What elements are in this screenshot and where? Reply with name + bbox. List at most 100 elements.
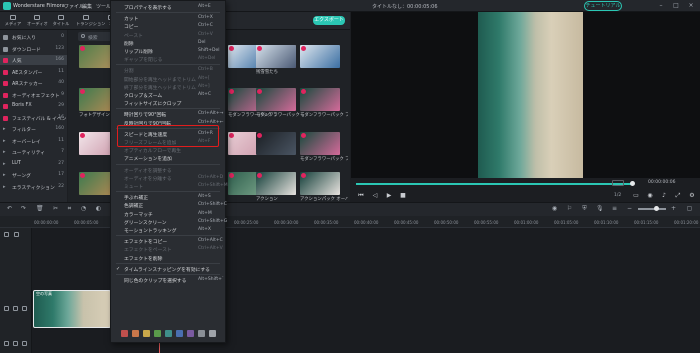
sidebar-item[interactable]: フェスティバル & イベント 16: [0, 113, 71, 123]
effect-thumbnail[interactable]: [300, 172, 340, 195]
effect-thumbnail[interactable]: [256, 132, 296, 155]
color-swatch[interactable]: [154, 330, 161, 337]
menu-tools[interactable]: ツール: [96, 3, 111, 10]
favorite-icon[interactable]: [257, 133, 262, 138]
context-menu-item[interactable]: モーショントラッキング Alt+X: [111, 226, 225, 234]
eye-icon[interactable]: [22, 306, 27, 311]
sidebar-item[interactable]: 人気 166: [0, 55, 67, 65]
expand-arrow-icon[interactable]: ▸: [3, 184, 6, 190]
sidebar-item[interactable]: ARスナッカー 40: [0, 78, 67, 88]
favorite-icon[interactable]: [301, 46, 306, 51]
list-icon[interactable]: ≡: [611, 205, 618, 212]
favorite-icon[interactable]: [229, 173, 234, 178]
expand-arrow-icon[interactable]: ▸: [3, 126, 6, 132]
crop-icon[interactable]: ⌗: [66, 205, 73, 212]
microphone-icon[interactable]: 🎙: [596, 205, 604, 212]
expand-arrow-icon[interactable]: ▸: [3, 161, 6, 167]
context-menu-item[interactable]: クロップ＆ズーム Alt+C: [111, 91, 225, 99]
favorite-icon[interactable]: [80, 46, 85, 51]
favorite-icon[interactable]: [301, 133, 306, 138]
lock-icon[interactable]: [13, 306, 18, 311]
fit-icon[interactable]: ▢: [686, 205, 693, 212]
effect-thumbnail[interactable]: [256, 172, 296, 195]
sidebar-item[interactable]: ダウンロード 123: [0, 44, 67, 54]
step-back-icon[interactable]: ◁: [371, 192, 379, 200]
context-menu-item[interactable]: 削除 Del: [111, 39, 225, 47]
context-menu-item[interactable]: プロパティを表示する Alt+E: [111, 3, 225, 11]
effect-thumbnail[interactable]: [300, 88, 340, 111]
context-menu-item[interactable]: リップル削除 Shift+Del: [111, 47, 225, 55]
sidebar-item[interactable]: AEスタンパー 11: [0, 67, 67, 77]
context-menu-item[interactable]: カット Ctrl+X: [111, 14, 225, 22]
delete-icon[interactable]: 🗑: [36, 205, 44, 212]
undo-icon[interactable]: ↶: [6, 205, 13, 212]
favorite-icon[interactable]: [257, 89, 262, 94]
maximize-button[interactable]: □: [671, 2, 681, 10]
previous-frame-icon[interactable]: ⏮: [357, 192, 365, 200]
effect-thumbnail[interactable]: [300, 45, 340, 68]
preview-quality-button[interactable]: [612, 180, 624, 186]
speaker-icon[interactable]: [22, 341, 27, 346]
favorite-icon[interactable]: [301, 89, 306, 94]
color-swatch[interactable]: [187, 330, 194, 337]
settings-icon[interactable]: ⚙: [688, 192, 696, 200]
tutorial-button[interactable]: チュートリアル: [584, 1, 622, 11]
redo-icon[interactable]: ↷: [20, 205, 27, 212]
speed-icon[interactable]: ◔: [80, 205, 87, 212]
volume-icon[interactable]: ♪: [660, 192, 668, 200]
add-track-icon[interactable]: [4, 232, 9, 237]
favorite-icon[interactable]: [257, 46, 262, 51]
menu-edit[interactable]: 編集: [82, 3, 92, 10]
context-menu-item[interactable]: 同じ色のクリップを選択する Alt+Shift+`: [111, 276, 225, 284]
export-button[interactable]: エクスポート: [313, 16, 345, 25]
sidebar-item[interactable]: ▸ LUT 27: [0, 159, 67, 169]
favorite-icon[interactable]: [80, 173, 85, 178]
tab-media[interactable]: メディア: [3, 14, 23, 28]
favorite-icon[interactable]: [301, 173, 306, 178]
fullscreen-icon[interactable]: ⤢: [674, 192, 682, 200]
color-swatch[interactable]: [198, 330, 205, 337]
context-menu-item[interactable]: グリーンスクリーン Ctrl+Shift+G: [111, 218, 227, 226]
sidebar-item[interactable]: ▸ ユーティリティ 7: [0, 147, 67, 157]
play-icon[interactable]: ▶: [385, 192, 393, 200]
cut-icon[interactable]: ✂: [52, 205, 59, 212]
color-swatch[interactable]: [165, 330, 172, 337]
favorite-icon[interactable]: [229, 89, 234, 94]
tab-transitions[interactable]: トランジション: [76, 14, 105, 28]
expand-arrow-icon[interactable]: ▸: [3, 172, 6, 178]
stop-icon[interactable]: ■: [399, 192, 407, 200]
scrubber-handle[interactable]: [630, 181, 635, 186]
tab-titles[interactable]: タイトル: [51, 14, 71, 28]
favorite-icon[interactable]: [80, 133, 85, 138]
context-menu-item[interactable]: エフェクトを削除: [111, 254, 225, 262]
zoom-slider-handle[interactable]: [654, 206, 659, 211]
context-menu-item[interactable]: 時計回りで90°回転 Ctrl+Alt+→: [111, 110, 225, 118]
color-icon[interactable]: ◐: [95, 205, 102, 212]
zoom-in-icon[interactable]: +: [670, 205, 677, 212]
sidebar-item[interactable]: ▸ エラスティクション 22: [0, 182, 67, 192]
audio-lock-icon[interactable]: [13, 341, 18, 346]
sidebar-item[interactable]: ▸ オーバーレイ 11: [0, 136, 67, 146]
snapshot-icon[interactable]: ◉: [646, 192, 654, 200]
color-swatch[interactable]: [209, 330, 216, 337]
sidebar-item[interactable]: Boris FX 29: [0, 101, 67, 111]
color-swatch[interactable]: [176, 330, 183, 337]
sidebar-item[interactable]: オーディオエフェクト 9: [0, 90, 67, 100]
sidebar-item[interactable]: ▸ ザーング 17: [0, 170, 67, 180]
favorite-icon[interactable]: [229, 133, 234, 138]
tab-audio[interactable]: オーディオ: [27, 14, 48, 28]
zoom-out-icon[interactable]: −: [626, 205, 633, 212]
close-button[interactable]: ×: [686, 2, 696, 10]
favorite-icon[interactable]: [257, 173, 262, 178]
context-menu-item[interactable]: 手ぶれ補正 Alt+S: [111, 193, 225, 201]
expand-arrow-icon[interactable]: ▸: [3, 138, 6, 144]
minimize-button[interactable]: –: [656, 2, 666, 10]
context-menu-item[interactable]: カラーマッチ Alt+M: [111, 210, 225, 218]
effect-thumbnail[interactable]: [300, 132, 340, 155]
context-menu-item[interactable]: フィットサイズにクロップ: [111, 99, 225, 107]
sidebar-item[interactable]: お気に入り 0: [0, 32, 67, 42]
marker-icon[interactable]: ⚐: [566, 205, 573, 212]
favorite-icon[interactable]: [229, 46, 234, 51]
color-swatch[interactable]: [143, 330, 150, 337]
render-icon[interactable]: ◉: [551, 205, 558, 212]
